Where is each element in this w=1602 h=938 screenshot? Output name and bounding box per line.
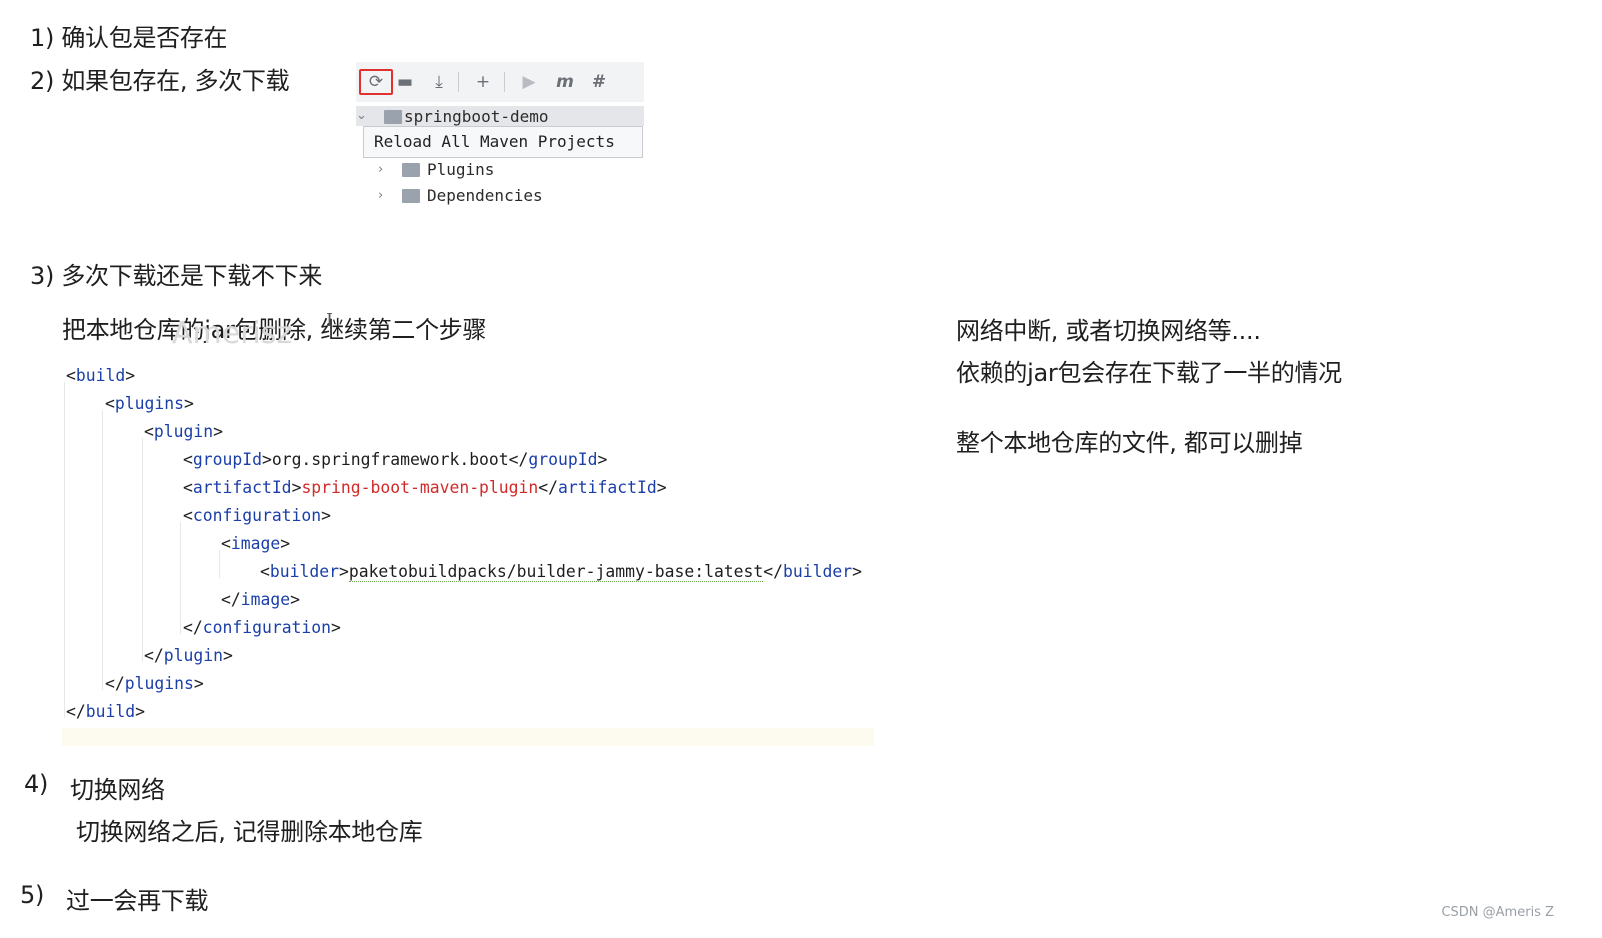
maven-tool-window: ⟳ ▬ ⤓ + ▶ m # ⌄ springboot-demo Reload A… xyxy=(356,62,644,214)
code-line: </configuration> xyxy=(183,618,341,637)
dependencies-folder-icon xyxy=(402,189,420,203)
step-4: 切换网络 xyxy=(70,776,165,804)
code-line: </image> xyxy=(221,590,300,609)
step-4-detail: 切换网络之后, 记得删除本地仓库 xyxy=(76,818,423,846)
step-2: 2) 如果包存在, 多次下载 xyxy=(30,67,290,95)
step-5-number: 5) xyxy=(20,881,45,909)
code-line: <plugin> xyxy=(144,422,223,441)
credit-label: CSDN @Ameris Z xyxy=(1441,905,1554,920)
code-line: <image> xyxy=(221,534,291,553)
step-4-number: 4) xyxy=(24,770,49,798)
code-line: <configuration> xyxy=(183,506,332,525)
chevron-right-icon[interactable]: › xyxy=(378,188,383,203)
step-3: 3) 多次下载还是下载不下来 xyxy=(30,262,323,290)
step-5: 过一会再下载 xyxy=(66,887,209,915)
chevron-right-icon[interactable]: › xyxy=(378,162,383,177)
add-icon[interactable]: + xyxy=(470,70,496,94)
code-line: </build> xyxy=(66,702,145,721)
code-line: <build> xyxy=(66,366,136,385)
note-partial-download: 依赖的jar包会存在下载了一半的情况 xyxy=(956,359,1342,387)
tree-item-project[interactable]: springboot-demo xyxy=(404,107,549,126)
plugins-folder-icon xyxy=(402,163,420,177)
code-line: <builder>paketobuildpacks/builder-jammy-… xyxy=(260,562,862,582)
folder-sync-icon[interactable]: ▬ xyxy=(392,70,418,94)
run-icon[interactable]: ▶ xyxy=(516,70,542,94)
reload-highlight xyxy=(359,69,393,95)
maven-project-icon xyxy=(384,110,402,124)
maven-icon[interactable]: m xyxy=(552,70,578,94)
text-cursor-icon: I xyxy=(326,310,334,331)
pom-code-block: <build> <plugins> <plugin> <groupId>org.… xyxy=(62,362,874,746)
download-icon[interactable]: ⤓ xyxy=(426,70,452,94)
code-line: <plugins> xyxy=(105,394,194,413)
note-network-interrupt: 网络中断, 或者切换网络等.... xyxy=(956,317,1261,345)
code-line: <groupId>org.springframework.boot</group… xyxy=(183,450,608,469)
tree-item-dependencies[interactable]: Dependencies xyxy=(427,186,543,205)
code-line: </plugins> xyxy=(105,674,204,693)
maven-toolbar: ⟳ ▬ ⤓ + ▶ m # xyxy=(356,62,644,102)
reload-tooltip: Reload All Maven Projects xyxy=(363,126,643,158)
tree-item-plugins[interactable]: Plugins xyxy=(427,160,494,179)
code-line: </plugin> xyxy=(144,646,233,665)
toggle-offline-icon[interactable]: # xyxy=(586,70,612,94)
chevron-down-icon[interactable]: ⌄ xyxy=(356,108,367,123)
step-1: 1) 确认包是否存在 xyxy=(30,24,228,52)
code-line: <artifactId>spring-boot-maven-plugin</ar… xyxy=(183,478,667,497)
note-delete-repo: 整个本地仓库的文件, 都可以删掉 xyxy=(956,429,1303,457)
watermark: Amerisz xyxy=(172,316,293,351)
